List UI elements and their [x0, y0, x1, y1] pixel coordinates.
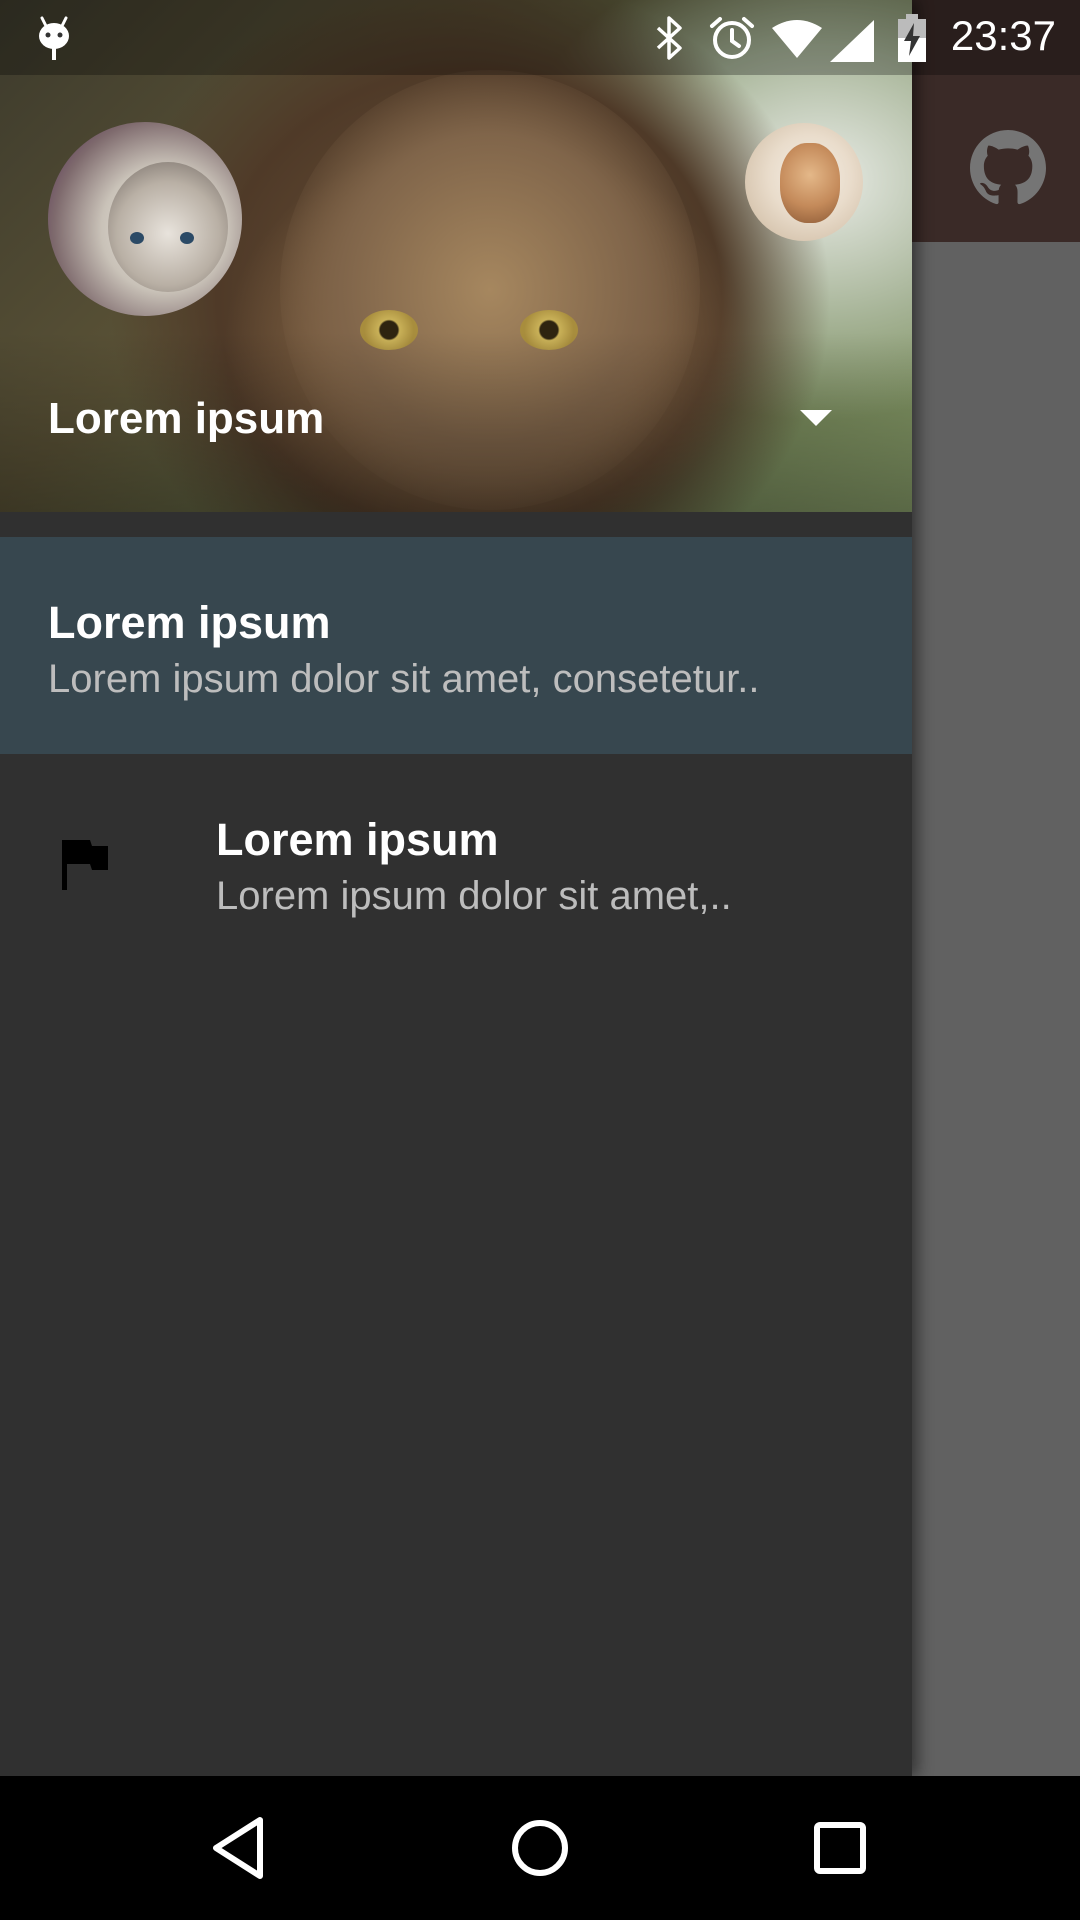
- navigation-bar: [0, 1776, 1080, 1920]
- wifi-icon: [772, 20, 822, 58]
- recents-icon[interactable]: [804, 1812, 876, 1884]
- home-icon[interactable]: [504, 1812, 576, 1884]
- drawer-item-list: Lorem ipsum Lorem ipsum dolor sit amet, …: [0, 537, 912, 971]
- signal-icon: [830, 20, 874, 62]
- navigation-drawer: Lorem ipsum Lorem ipsum Lorem ipsum dolo…: [0, 0, 912, 1776]
- drawer-item-title: Lorem ipsum: [48, 597, 331, 648]
- back-icon[interactable]: [204, 1812, 276, 1884]
- status-time: 23:37: [950, 12, 1056, 59]
- account-avatar[interactable]: [48, 122, 242, 316]
- secondary-account-avatar[interactable]: [745, 123, 863, 241]
- github-icon[interactable]: [970, 130, 1046, 206]
- status-bar: 23:37: [0, 0, 1080, 75]
- drawer-item-description: Lorem ipsum dolor sit amet,..: [216, 874, 732, 918]
- drawer-header: Lorem ipsum: [0, 0, 912, 512]
- drawer-item[interactable]: Lorem ipsum Lorem ipsum dolor sit amet,.…: [0, 754, 912, 971]
- arrow-drop-down-icon[interactable]: [800, 410, 832, 428]
- flag-icon: [62, 840, 108, 890]
- bluetooth-icon: [656, 16, 682, 60]
- alarm-icon: [710, 17, 754, 59]
- drawer-item-selected[interactable]: Lorem ipsum Lorem ipsum dolor sit amet, …: [0, 537, 912, 754]
- account-name[interactable]: Lorem ipsum: [48, 394, 324, 444]
- battery-charging-icon: [898, 14, 926, 62]
- drawer-item-title: Lorem ipsum: [216, 814, 499, 865]
- drawer-item-description: Lorem ipsum dolor sit amet, consetetur..: [48, 657, 760, 701]
- android-debug-icon: [39, 16, 69, 60]
